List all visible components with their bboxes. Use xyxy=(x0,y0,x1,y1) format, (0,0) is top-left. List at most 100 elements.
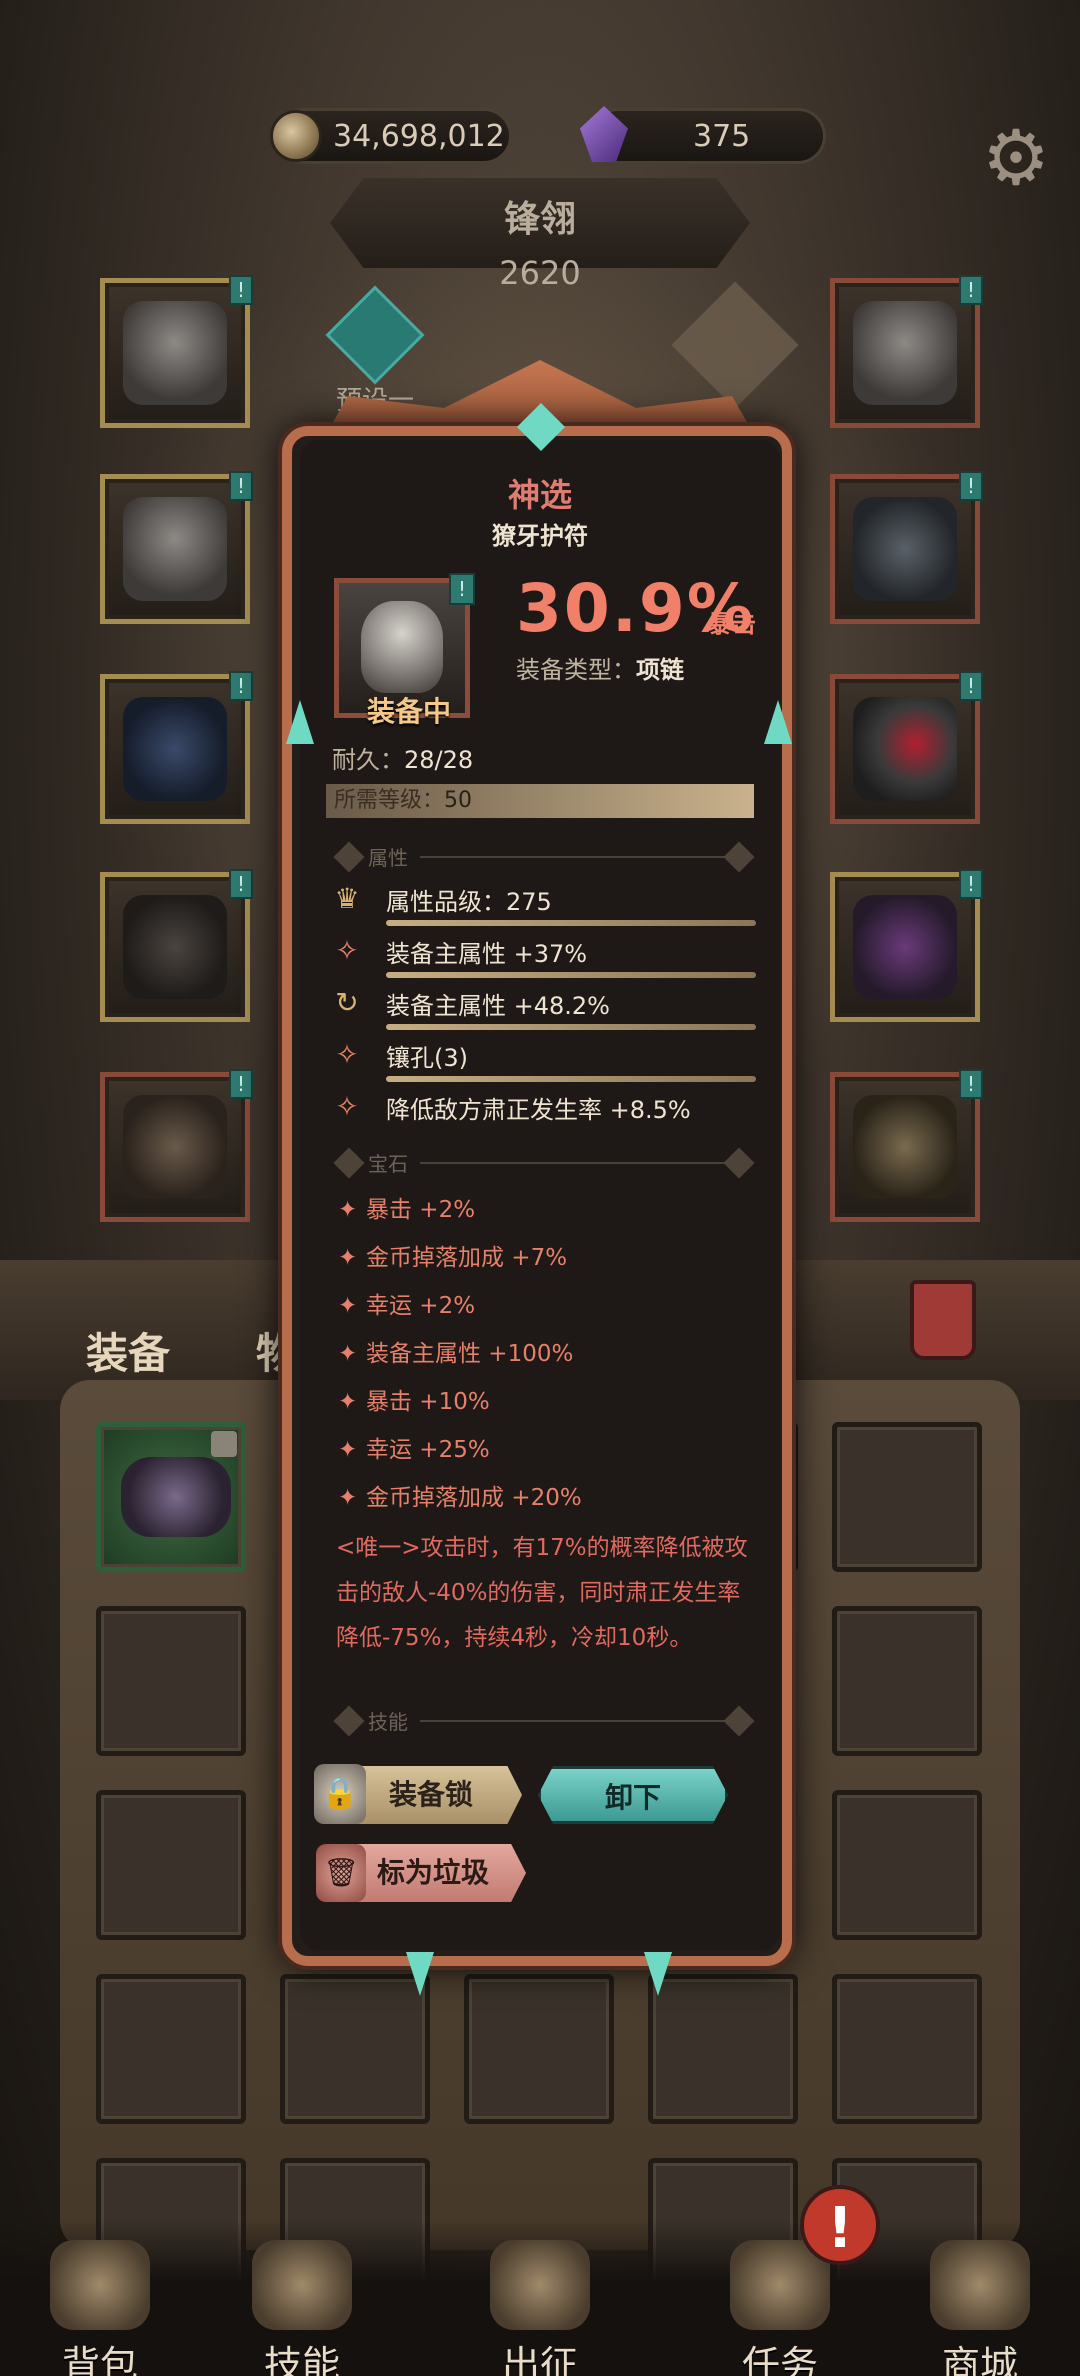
section-divider xyxy=(420,856,730,858)
crown-icon: ♛ xyxy=(334,882,360,915)
star-icon: ✦ xyxy=(338,1293,358,1319)
inventory-cell[interactable] xyxy=(96,1974,246,2124)
new-tag-icon: ! xyxy=(959,471,983,501)
star-icon: ✦ xyxy=(338,1245,358,1271)
trash-bin-icon[interactable] xyxy=(910,1280,976,1360)
item-name: 獠牙护符 xyxy=(492,522,588,550)
attribute-text: 装备主属性 +48.2% xyxy=(386,992,610,1020)
star-icon: ✦ xyxy=(338,1389,358,1415)
belt-icon xyxy=(853,1095,957,1199)
inventory-cell[interactable] xyxy=(464,1974,614,2124)
spark-icon: ✧ xyxy=(335,934,359,967)
main-stat-name: 暴击 xyxy=(708,610,756,638)
gem-amount: 375 xyxy=(693,119,751,154)
nav-bag-label: 背包 xyxy=(61,2343,138,2376)
star-icon: ✦ xyxy=(338,1197,358,1223)
gem-row: ✦ 金币掉落加成 +20% xyxy=(338,1478,582,1518)
inventory-cell[interactable] xyxy=(832,1606,982,1756)
section-divider xyxy=(420,1162,730,1164)
equip-slot-cloak[interactable]: ! xyxy=(100,671,253,824)
equip-type-label: 装备类型： xyxy=(516,656,636,684)
equip-type-value: 项链 xyxy=(636,656,684,684)
section-skills: 技能 xyxy=(368,1710,408,1734)
equip-type: 装备类型：项链 xyxy=(516,650,684,685)
gem-row: ✦ 幸运 +2% xyxy=(338,1286,475,1326)
new-tag-icon: ! xyxy=(959,869,983,899)
attribute-bar xyxy=(386,1076,756,1082)
nav-quest-label: 任务 xyxy=(741,2343,818,2376)
fang-amulet-icon xyxy=(361,601,443,693)
crown-shop-icon xyxy=(930,2240,1030,2330)
dark-feather-icon xyxy=(123,697,227,801)
equip-slot-gloves[interactable]: ! xyxy=(830,869,983,1022)
unequip-button[interactable]: 卸下 xyxy=(538,1766,728,1824)
new-tag-icon: ! xyxy=(229,1069,253,1099)
equip-slot-weapon[interactable]: ! xyxy=(100,275,253,428)
inventory-cell[interactable] xyxy=(832,1790,982,1940)
equip-slot-ring[interactable]: ! xyxy=(830,671,983,824)
section-gems: 宝石 xyxy=(368,1152,408,1176)
thorn-gloves-icon xyxy=(853,895,957,999)
section-divider xyxy=(420,1720,730,1722)
inventory-cell[interactable] xyxy=(648,1974,798,2124)
gem-row: ✦ 金币掉落加成 +7% xyxy=(338,1238,567,1278)
gem-text: 幸运 +2% xyxy=(366,1293,476,1319)
inventory-cell[interactable] xyxy=(96,1422,246,1572)
nav-shop-label: 商城 xyxy=(941,2343,1018,2376)
inventory-cell[interactable] xyxy=(96,1606,246,1756)
gem-counter: 375 xyxy=(590,108,826,164)
ruby-ring-icon xyxy=(853,697,957,801)
durability-label: 耐久： xyxy=(332,746,404,774)
gem-text: 暴击 +10% xyxy=(366,1389,490,1415)
equip-slot-necklace[interactable]: ! xyxy=(830,275,983,428)
new-tag-icon: ! xyxy=(229,275,253,305)
star-icon: ✦ xyxy=(338,1341,358,1367)
equip-slot-boots[interactable]: ! xyxy=(100,1069,253,1222)
gem-text: 暴击 +2% xyxy=(366,1197,476,1223)
settings-gear-icon[interactable]: ⚙ xyxy=(976,118,1056,198)
teal-gem-ornament-icon xyxy=(406,1952,434,1996)
refresh-icon: ↻ xyxy=(335,986,359,1019)
new-tag-icon: ! xyxy=(229,671,253,701)
equip-slot-armor[interactable]: ! xyxy=(100,471,253,624)
nav-skill[interactable]: 技能 xyxy=(222,2240,382,2376)
gold-coin-icon xyxy=(270,110,322,162)
attribute-bar xyxy=(386,972,756,978)
nav-bag[interactable]: 背包 xyxy=(20,2240,180,2376)
tab-equipment[interactable]: 装备 xyxy=(86,1320,170,1381)
equip-slot-belt[interactable]: ! xyxy=(830,1069,983,1222)
item-quality: 神选 xyxy=(507,476,572,514)
attribute-row: ↻ 装备主属性 +48.2% xyxy=(330,980,760,1030)
spark-icon: ✧ xyxy=(335,1090,359,1123)
gem-text: 金币掉落加成 +7% xyxy=(366,1245,568,1271)
gem-text: 装备主属性 +100% xyxy=(366,1341,574,1367)
quest-alert-badge: ! xyxy=(800,2185,880,2265)
mark-as-junk-button[interactable]: 标为垃圾 xyxy=(340,1844,526,1902)
dragon-skull-icon xyxy=(121,1457,231,1537)
new-tag-icon: ! xyxy=(449,573,475,605)
equip-slot-pants[interactable]: ! xyxy=(100,869,253,1022)
trash-icon: 🗑 xyxy=(316,1844,366,1902)
teal-gem-ornament-icon xyxy=(286,700,314,744)
fur-armor-icon xyxy=(123,497,227,601)
attribute-text: 装备主属性 +37% xyxy=(386,940,588,968)
nav-expedition[interactable]: 出征 xyxy=(460,2240,620,2376)
required-level-label: 所需等级： xyxy=(334,788,445,813)
inventory-cell[interactable] xyxy=(280,1974,430,2124)
equipment-lock-button[interactable]: 装备锁 xyxy=(340,1766,522,1824)
inventory-cell[interactable] xyxy=(832,1974,982,2124)
hero-power: 2620 xyxy=(499,254,581,292)
new-tag-icon: ! xyxy=(959,671,983,701)
teal-gem-ornament-icon xyxy=(644,1952,672,1996)
inventory-cell[interactable] xyxy=(96,1790,246,1940)
attribute-row: ✧ 装备主属性 +37% xyxy=(330,928,760,978)
equip-slot-bracer[interactable]: ! xyxy=(830,471,983,624)
gem-row: ✦ 暴击 +10% xyxy=(338,1382,490,1422)
required-level-value: 50 xyxy=(444,788,473,813)
hero-name: 锋翎 xyxy=(503,199,576,240)
scroll-icon xyxy=(252,2240,352,2330)
nav-shop[interactable]: 商城 xyxy=(900,2240,1060,2376)
attribute-row: ✧ 镶孔(3) xyxy=(330,1032,760,1082)
inventory-cell[interactable] xyxy=(832,1422,982,1572)
nav-skill-label: 技能 xyxy=(263,2343,340,2376)
